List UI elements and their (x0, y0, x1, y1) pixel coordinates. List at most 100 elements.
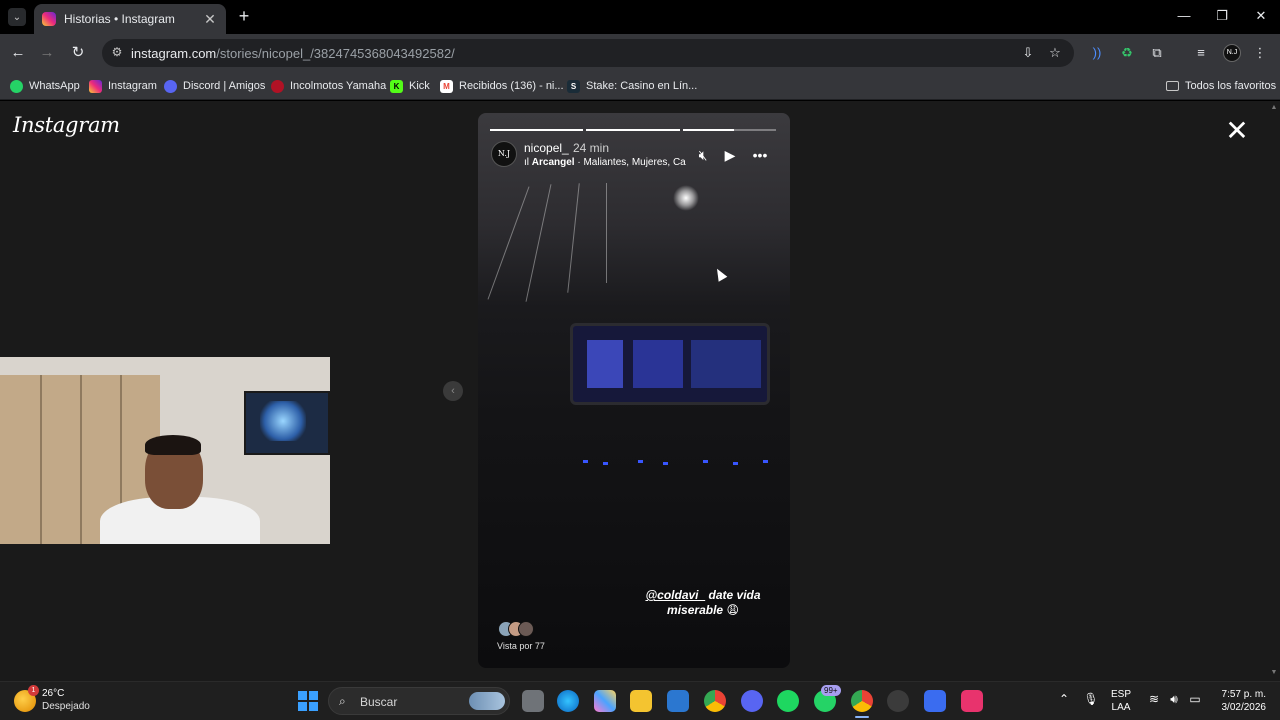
restore-button[interactable]: ❐ (1211, 6, 1233, 26)
active-app-indicator (855, 716, 869, 718)
bookmark-kick[interactable]: K Kick (390, 77, 430, 95)
chevron-up-icon: ⌃ (1058, 692, 1070, 706)
page-scrollbar[interactable]: ▲ ▼ (1268, 101, 1280, 681)
install-app-icon[interactable]: ⇩ (1019, 44, 1037, 62)
app-clock-icon[interactable] (887, 690, 909, 712)
show-hidden-icons[interactable]: ⌃ (1055, 692, 1073, 706)
system-clock[interactable]: 7:57 p. m. 3/02/2026 (1214, 688, 1267, 714)
search-icon: ⌕ (339, 694, 346, 708)
kick-icon: K (390, 79, 403, 93)
story-music[interactable]: ıl Arcangel · Maliantes, Mujeres, Ca (524, 157, 686, 168)
language-indicator[interactable]: ESP LAA (1111, 688, 1131, 714)
app-blue-icon[interactable] (924, 690, 946, 712)
bookmark-stake[interactable]: S Stake: Casino en Lín... (567, 77, 697, 95)
progress-segment (586, 129, 680, 131)
new-tab-button[interactable]: + (234, 6, 254, 26)
dash-led (603, 462, 608, 465)
street-light (673, 185, 699, 211)
bookmark-discord[interactable]: Discord | Amigos (164, 77, 265, 95)
bookmark-star-icon[interactable]: ☆ (1046, 44, 1064, 62)
scroll-up-icon[interactable]: ▲ (1270, 104, 1278, 112)
story-avatar[interactable]: N.J (491, 141, 517, 167)
weather-temperature: 26°C (42, 688, 65, 699)
arrow-right-icon: → (39, 44, 55, 61)
site-info-icon[interactable]: ⚙ (110, 45, 124, 59)
reload-icon: ↻ (71, 44, 85, 61)
bookmark-label: WhatsApp (29, 80, 80, 92)
chrome-icon[interactable] (704, 690, 726, 712)
browser-menu-icon[interactable]: ⋮ (1250, 43, 1270, 63)
bridge-cable (567, 183, 580, 293)
edge-icon[interactable] (557, 690, 579, 712)
story-username[interactable]: nicopel_ (524, 141, 569, 155)
url-text[interactable]: instagram.com/stories/nicopel_/382474536… (131, 46, 455, 61)
dash-led (663, 462, 668, 465)
wifi-icon[interactable]: ≋ (1145, 692, 1163, 706)
previous-story-button[interactable]: ‹ (443, 381, 463, 401)
bookmarks-bar: WhatsApp Instagram Discord | Amigos Inco… (0, 72, 1280, 100)
bookmark-label: Incolmotos Yamaha (290, 80, 387, 92)
bookmark-instagram[interactable]: Instagram (89, 77, 157, 95)
spotify-icon[interactable] (777, 690, 799, 712)
bridge-cable (525, 184, 552, 302)
copilot-icon[interactable] (594, 690, 616, 712)
browser-toolbar: ← → ↻ ⚙ instagram.com/stories/nicopel_/3… (0, 34, 1280, 72)
tab-instagram-stories[interactable]: Historias • Instagram ✕ (34, 4, 226, 34)
reload-button[interactable]: ↻ (68, 43, 88, 63)
story-options-button[interactable]: ••• (751, 146, 769, 164)
progress-segment (490, 129, 584, 131)
media-controls-icon[interactable]: ≡ (1191, 43, 1211, 63)
car-infotainment-screen (570, 323, 770, 405)
volume-icon[interactable]: 🔊︎ (1165, 692, 1183, 707)
tiktok-icon[interactable] (961, 690, 983, 712)
story-caption: @coldavi_ date vida miserable 😩 (628, 588, 778, 618)
battery-icon[interactable]: ▭ (1186, 692, 1204, 706)
instagram-favicon-icon (42, 12, 56, 26)
forward-button[interactable]: → (37, 43, 57, 63)
more-horizontal-icon: ••• (752, 147, 768, 163)
extension-green-icon[interactable]: ♻ (1117, 43, 1137, 63)
viewer-avatar (518, 621, 534, 637)
tab-close-button[interactable]: ✕ (202, 11, 218, 28)
viewer-avatars[interactable] (498, 621, 534, 639)
play-button[interactable]: ▶ (721, 146, 739, 164)
caption-mention[interactable]: @coldavi_ (645, 588, 705, 602)
extensions-puzzle-icon[interactable]: ⧉ (1147, 43, 1167, 63)
screen-panel (691, 340, 761, 388)
start-button[interactable] (298, 691, 318, 711)
profile-avatar[interactable]: N.J (1223, 44, 1241, 62)
all-bookmarks-label: Todos los favoritos (1185, 80, 1277, 92)
discord-icon[interactable] (741, 690, 763, 712)
language-code: ESP (1111, 689, 1132, 700)
scroll-down-icon[interactable]: ▼ (1270, 669, 1278, 677)
microphone-icon[interactable]: 🎙︎ (1082, 692, 1100, 706)
views-count[interactable]: Vista por 77 (497, 641, 545, 651)
file-explorer-icon[interactable] (630, 690, 652, 712)
mute-toggle[interactable]: 🔇︎ (694, 146, 712, 164)
story-card[interactable]: N.J nicopel_ 24 min ıl Arcangel · Malian… (478, 113, 790, 668)
tab-search-button[interactable]: ⌄ (8, 8, 26, 26)
tab-strip: ⌄ Historias • Instagram ✕ + — ❐ ✕ (0, 0, 1280, 34)
taskbar-search[interactable]: ⌕ Buscar (328, 687, 510, 715)
webcam-overlay (0, 357, 330, 544)
close-story-button[interactable]: ✕ (1224, 117, 1250, 145)
chrome-profile-icon[interactable] (851, 690, 873, 712)
microsoft-store-icon[interactable] (667, 690, 689, 712)
screen-panel (633, 340, 683, 388)
bookmark-incolmotos[interactable]: Incolmotos Yamaha (271, 77, 386, 95)
whatsapp-icon (10, 79, 23, 93)
task-view-icon[interactable] (522, 690, 544, 712)
minimize-button[interactable]: — (1173, 6, 1195, 26)
address-bar[interactable]: ⚙ instagram.com/stories/nicopel_/3824745… (102, 39, 1074, 67)
music-bars-icon: ıl (524, 157, 532, 168)
bookmark-whatsapp[interactable]: WhatsApp (10, 77, 80, 95)
instagram-logo[interactable]: Instagram (13, 113, 120, 137)
bookmark-gmail[interactable]: M Recibidos (136) - ni... (440, 77, 564, 95)
bookmark-label: Instagram (108, 80, 157, 92)
bookmark-label: Discord | Amigos (183, 80, 266, 92)
close-window-button[interactable]: ✕ (1250, 6, 1272, 26)
extension-audio-icon[interactable]: )) (1087, 43, 1107, 63)
url-path: /stories/nicopel_/3824745368043492582/ (216, 46, 455, 61)
all-bookmarks-folder[interactable]: Todos los favoritos (1166, 77, 1276, 95)
back-button[interactable]: ← (8, 43, 28, 63)
